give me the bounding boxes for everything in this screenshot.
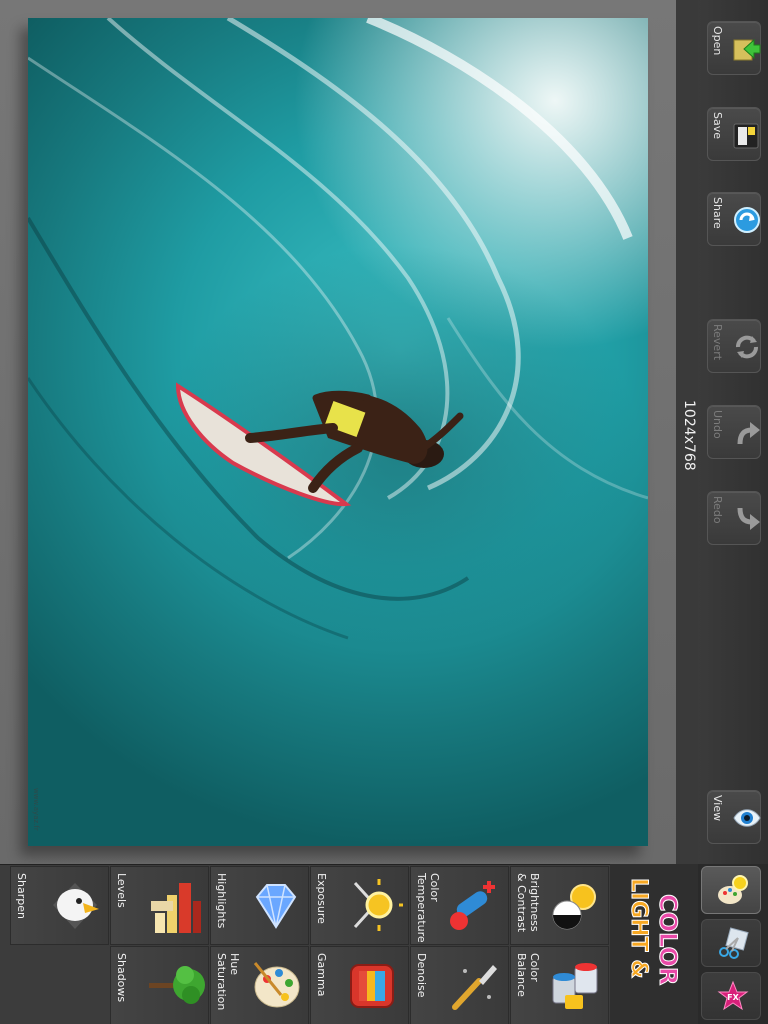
brush-icon xyxy=(452,965,497,1010)
photo-watermark: www.ayaz.fr xyxy=(32,788,40,831)
tool-hue-saturation[interactable]: Hue Saturation xyxy=(210,946,309,1024)
eye-icon xyxy=(733,809,761,827)
tool-empty-slot xyxy=(10,946,109,1024)
tab-fx[interactable]: FX xyxy=(701,972,761,1020)
crop-scissors-icon xyxy=(719,927,749,959)
tv-icon xyxy=(350,964,394,1008)
open-label: Open xyxy=(711,26,724,56)
redo-arrow-icon xyxy=(737,507,760,530)
tool-levels[interactable]: Levels xyxy=(110,866,209,945)
undo-arrow-icon xyxy=(737,422,760,445)
brand-line-2: COLOR xyxy=(654,894,682,985)
undo-button[interactable]: Undo xyxy=(707,405,761,459)
tool-sharpen[interactable]: Sharpen xyxy=(10,866,109,945)
tool-label: Color Temperature xyxy=(415,873,441,943)
redo-label: Redo xyxy=(711,496,724,524)
exposure-light-icon xyxy=(353,879,403,931)
tool-label: Shadows xyxy=(115,953,128,1003)
share-globe-icon xyxy=(734,207,760,233)
fx-star-icon: FX xyxy=(717,980,749,1011)
photo-canvas[interactable]: www.ayaz.fr xyxy=(28,18,648,846)
diamond-icon xyxy=(255,884,297,929)
tab-light-color[interactable] xyxy=(701,866,761,914)
save-label: Save xyxy=(711,112,724,140)
eagle-icon xyxy=(53,883,99,929)
save-button[interactable]: Save xyxy=(707,107,761,161)
view-button[interactable]: View xyxy=(707,790,761,844)
levels-bars-icon xyxy=(151,883,201,933)
fx-label: FX xyxy=(727,993,739,1002)
revert-label: Revert xyxy=(711,324,724,361)
undo-label: Undo xyxy=(711,410,724,439)
share-label: Share xyxy=(711,197,724,229)
tree-icon xyxy=(149,966,205,1004)
tool-color-balance[interactable]: Color Balance xyxy=(510,946,609,1024)
revert-icon xyxy=(736,335,758,359)
floppy-disk-icon xyxy=(733,123,759,149)
tool-label: Highlights xyxy=(215,873,228,929)
canvas-area: www.ayaz.fr xyxy=(0,0,676,864)
tool-highlights[interactable]: Highlights xyxy=(210,866,309,945)
thermometer-icon xyxy=(450,881,495,930)
open-button[interactable]: Open xyxy=(707,21,761,75)
tool-label: Exposure xyxy=(315,873,328,924)
tool-label: Levels xyxy=(115,873,128,908)
view-label: View xyxy=(711,795,724,822)
open-folder-icon xyxy=(733,38,761,61)
tool-label: Color Balance xyxy=(515,953,541,997)
tool-brightness-contrast[interactable]: Brightness & Contrast xyxy=(510,866,609,945)
brand-line-1: LIGHT & xyxy=(626,878,651,979)
paint-cans-icon xyxy=(552,963,598,1009)
paint-palette-icon xyxy=(253,962,300,1008)
tool-gamma[interactable]: Gamma xyxy=(310,946,409,1024)
tool-label: Brightness & Contrast xyxy=(515,873,541,933)
tool-exposure[interactable]: Exposure xyxy=(310,866,409,945)
tool-label: Sharpen xyxy=(15,873,28,919)
tool-denoise[interactable]: Denoise xyxy=(410,946,509,1024)
resolution-label: 1024x768 xyxy=(681,399,697,471)
tool-label: Gamma xyxy=(315,953,328,997)
tool-color-temperature[interactable]: Color Temperature xyxy=(410,866,509,945)
redo-button[interactable]: Redo xyxy=(707,491,761,545)
app-root: www.ayaz.fr 1024x768 Open Save Share Rev… xyxy=(0,0,768,1024)
light-and-color-logo: LIGHT & COLOR xyxy=(626,878,683,986)
revert-button[interactable]: Revert xyxy=(707,319,761,373)
wave-illustration xyxy=(28,18,648,640)
tab-crop-tools[interactable] xyxy=(701,919,761,967)
palette-bulb-icon xyxy=(718,875,748,904)
share-button[interactable]: Share xyxy=(707,192,761,246)
tool-label: Denoise xyxy=(415,953,428,998)
brightness-contrast-icon xyxy=(552,884,596,930)
tool-label: Hue Saturation xyxy=(215,953,241,1011)
tool-shadows[interactable]: Shadows xyxy=(110,946,209,1024)
